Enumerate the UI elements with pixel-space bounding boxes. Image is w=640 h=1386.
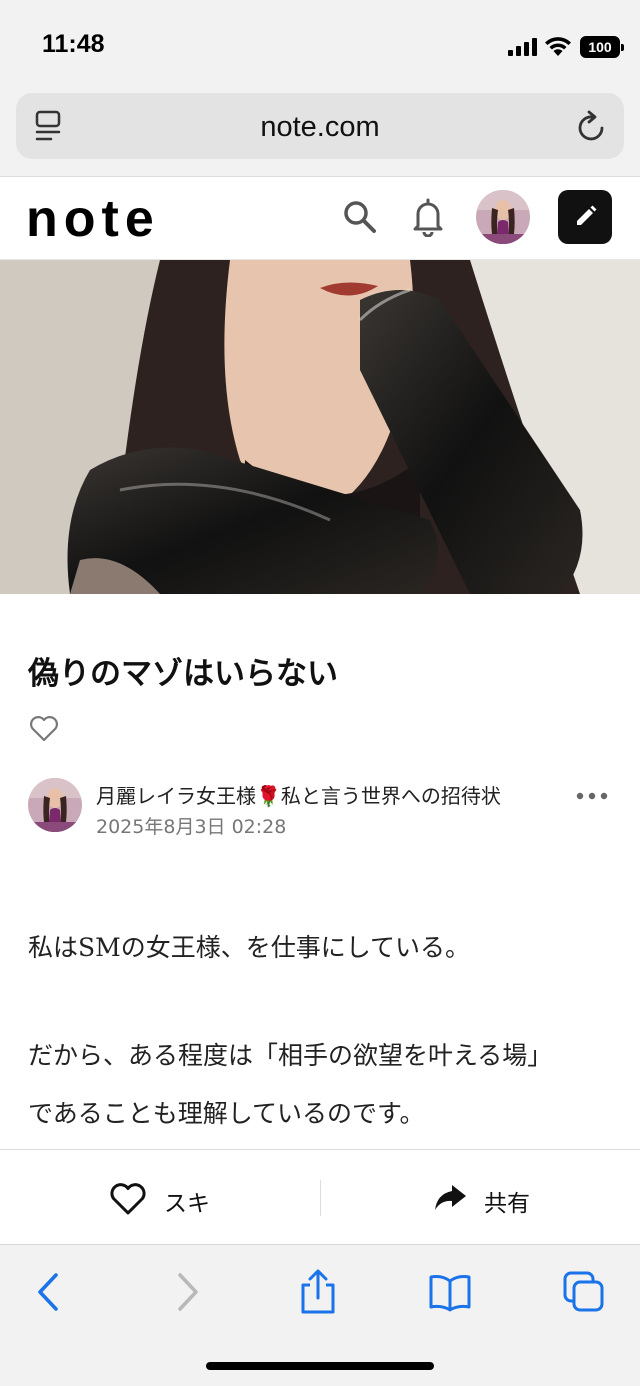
site-header: note [0, 176, 640, 260]
address-bar[interactable]: note.com [16, 93, 624, 159]
user-avatar[interactable] [476, 190, 530, 244]
reload-icon[interactable] [576, 109, 608, 143]
battery-level: 100 [588, 39, 612, 55]
share-arrow-icon [435, 1185, 466, 1210]
status-bar: 11:48 100 [0, 0, 640, 86]
create-post-button[interactable] [558, 190, 612, 244]
article-paragraph: であることも理解しているのです。 [28, 1099, 425, 1128]
post-date: 2025年8月3日 02:28 [96, 816, 287, 838]
divider [320, 1180, 321, 1216]
share-button[interactable]: 共有 [432, 1180, 552, 1220]
like-label: スキ [164, 1191, 210, 1217]
share-icon[interactable] [296, 1269, 340, 1315]
heart-icon[interactable] [28, 713, 60, 743]
share-label: 共有 [484, 1191, 530, 1217]
cellular-signal-icon [508, 38, 537, 56]
home-indicator [206, 1362, 434, 1370]
forward-chevron-icon[interactable] [164, 1269, 208, 1315]
like-button[interactable]: スキ [108, 1180, 228, 1220]
back-chevron-icon[interactable] [28, 1269, 72, 1315]
tabs-icon[interactable] [562, 1269, 606, 1315]
note-logo[interactable]: note [26, 191, 160, 247]
battery-indicator: 100 [580, 36, 624, 58]
web-page: note 偽りのマゾはいらない 月麗レイラ女王様🌹私と言う世界への招待状 202… [0, 176, 640, 1244]
search-icon[interactable] [342, 199, 378, 235]
status-time: 11:48 [42, 30, 105, 58]
author-avatar[interactable] [28, 778, 82, 832]
article-paragraph: だから、ある程度は「相手の欲望を叶える場」 [28, 1041, 553, 1070]
more-icon[interactable] [574, 786, 610, 806]
url-text[interactable]: note.com [16, 111, 624, 144]
wifi-icon [545, 37, 571, 56]
article-header-image [0, 260, 640, 594]
pencil-icon [577, 205, 597, 225]
heart-icon [110, 1183, 146, 1215]
bookmarks-icon[interactable] [428, 1269, 472, 1315]
article-title: 偽りのマゾはいらない [28, 656, 338, 692]
bell-icon[interactable] [410, 197, 446, 237]
article-action-bar: スキ 共有 [0, 1149, 640, 1244]
article-paragraph: 私はSMの女王様、を仕事にしている。 [28, 933, 470, 962]
author-name[interactable]: 月麗レイラ女王様🌹私と言う世界への招待状 [96, 780, 501, 809]
